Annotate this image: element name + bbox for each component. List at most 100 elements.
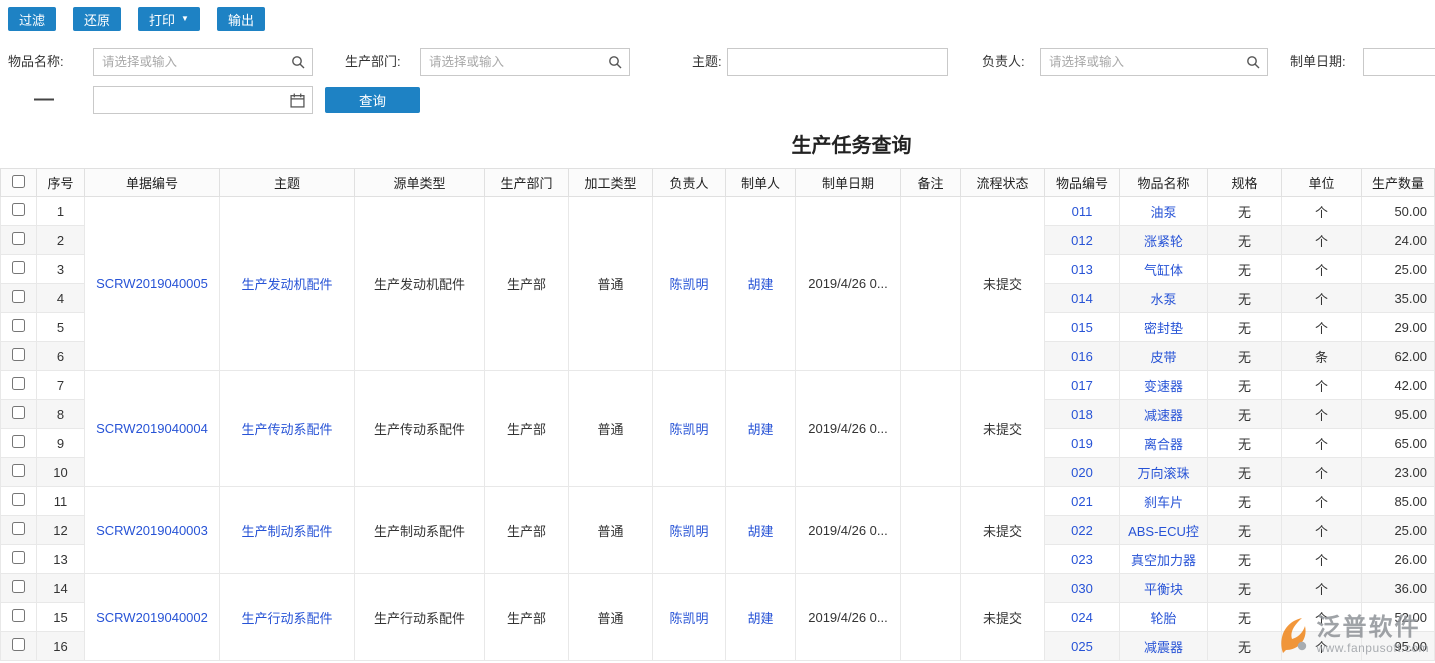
item-code-link[interactable]: 013 [1045, 255, 1120, 284]
owner-link[interactable]: 陈凯明 [653, 197, 726, 371]
item-name-link[interactable]: 水泵 [1120, 284, 1208, 313]
query-button[interactable]: 查询 [325, 87, 420, 113]
subject-link[interactable]: 生产制动系配件 [220, 487, 355, 574]
item-code-link[interactable]: 022 [1045, 516, 1120, 545]
search-icon[interactable] [608, 55, 629, 69]
item-name-link[interactable]: 真空加力器 [1120, 545, 1208, 574]
search-icon[interactable] [1246, 55, 1267, 69]
column-header[interactable]: 物品名称 [1120, 169, 1208, 197]
subject-link[interactable]: 生产传动系配件 [220, 371, 355, 487]
item-code-link[interactable]: 030 [1045, 574, 1120, 603]
owner-input[interactable] [1041, 49, 1246, 75]
row-checkbox[interactable] [12, 406, 25, 419]
column-header[interactable]: 主题 [220, 169, 355, 197]
item-name-link[interactable]: 离合器 [1120, 429, 1208, 458]
column-header[interactable]: 制单日期 [796, 169, 901, 197]
owner-link[interactable]: 陈凯明 [653, 487, 726, 574]
column-header[interactable]: 生产数量 [1362, 169, 1435, 197]
row-checkbox[interactable] [12, 377, 25, 390]
print-button[interactable]: 打印 ▼ [138, 7, 200, 31]
search-icon[interactable] [291, 55, 312, 69]
row-checkbox[interactable] [12, 261, 25, 274]
item-name-link[interactable]: 减震器 [1120, 632, 1208, 661]
row-checkbox[interactable] [12, 638, 25, 651]
column-header[interactable]: 物品编号 [1045, 169, 1120, 197]
column-header[interactable]: 规格 [1208, 169, 1282, 197]
item-name-link[interactable]: ABS-ECU控 [1120, 516, 1208, 545]
column-header[interactable]: 源单类型 [355, 169, 485, 197]
owner-link[interactable]: 陈凯明 [653, 574, 726, 661]
row-checkbox[interactable] [12, 464, 25, 477]
item-name-link[interactable]: 气缸体 [1120, 255, 1208, 284]
restore-button[interactable]: 还原 [73, 7, 121, 31]
subject-input[interactable] [728, 49, 947, 75]
item-name-link[interactable]: 减速器 [1120, 400, 1208, 429]
column-header[interactable]: 流程状态 [961, 169, 1045, 197]
item-code-link[interactable]: 017 [1045, 371, 1120, 400]
department-input[interactable] [421, 49, 608, 75]
maker-link[interactable]: 胡建 [726, 197, 796, 371]
item-name-link[interactable]: 油泵 [1120, 197, 1208, 226]
filter-button[interactable]: 过滤 [8, 7, 56, 31]
row-checkbox[interactable] [12, 435, 25, 448]
row-number: 3 [37, 255, 85, 284]
owner-link[interactable]: 陈凯明 [653, 371, 726, 487]
row-checkbox[interactable] [12, 609, 25, 622]
make-date-start-input[interactable] [1364, 49, 1435, 75]
department: 生产部 [485, 487, 569, 574]
make-date-end-input[interactable] [94, 87, 290, 113]
column-header[interactable]: 负责人 [653, 169, 726, 197]
item-name-input[interactable] [94, 49, 291, 75]
item-name-link[interactable]: 刹车片 [1120, 487, 1208, 516]
subject-link[interactable]: 生产行动系配件 [220, 574, 355, 661]
item-code-link[interactable]: 018 [1045, 400, 1120, 429]
maker-link[interactable]: 胡建 [726, 574, 796, 661]
item-name-link[interactable]: 变速器 [1120, 371, 1208, 400]
item-name-link[interactable]: 涨紧轮 [1120, 226, 1208, 255]
column-header[interactable]: 单位 [1282, 169, 1362, 197]
row-checkbox[interactable] [12, 290, 25, 303]
column-header[interactable]: 制单人 [726, 169, 796, 197]
item-name-link[interactable]: 万向滚珠 [1120, 458, 1208, 487]
item-code-link[interactable]: 014 [1045, 284, 1120, 313]
row-checkbox[interactable] [12, 493, 25, 506]
row-number: 2 [37, 226, 85, 255]
calendar-icon[interactable] [290, 93, 312, 108]
doc-number-link[interactable]: SCRW2019040002 [85, 574, 220, 661]
column-header[interactable]: 备注 [901, 169, 961, 197]
item-name-link[interactable]: 皮带 [1120, 342, 1208, 371]
column-header[interactable]: 加工类型 [569, 169, 653, 197]
item-name-link[interactable]: 密封垫 [1120, 313, 1208, 342]
item-code-link[interactable]: 016 [1045, 342, 1120, 371]
row-number: 16 [37, 632, 85, 661]
row-checkbox[interactable] [12, 580, 25, 593]
item-code-link[interactable]: 015 [1045, 313, 1120, 342]
item-code-link[interactable]: 023 [1045, 545, 1120, 574]
item-name-link[interactable]: 轮胎 [1120, 603, 1208, 632]
export-button[interactable]: 输出 [217, 7, 265, 31]
row-checkbox[interactable] [12, 551, 25, 564]
item-code-link[interactable]: 021 [1045, 487, 1120, 516]
item-name-link[interactable]: 平衡块 [1120, 574, 1208, 603]
row-checkbox[interactable] [12, 319, 25, 332]
column-header[interactable]: 单据编号 [85, 169, 220, 197]
item-code-link[interactable]: 020 [1045, 458, 1120, 487]
row-checkbox[interactable] [12, 203, 25, 216]
subject-link[interactable]: 生产发动机配件 [220, 197, 355, 371]
row-checkbox[interactable] [12, 348, 25, 361]
item-code-link[interactable]: 012 [1045, 226, 1120, 255]
maker-link[interactable]: 胡建 [726, 487, 796, 574]
column-header[interactable]: 序号 [37, 169, 85, 197]
doc-number-link[interactable]: SCRW2019040003 [85, 487, 220, 574]
maker-link[interactable]: 胡建 [726, 371, 796, 487]
item-code-link[interactable]: 011 [1045, 197, 1120, 226]
doc-number-link[interactable]: SCRW2019040005 [85, 197, 220, 371]
select-all-checkbox[interactable] [12, 175, 25, 188]
column-header[interactable]: 生产部门 [485, 169, 569, 197]
row-checkbox[interactable] [12, 522, 25, 535]
item-code-link[interactable]: 019 [1045, 429, 1120, 458]
item-code-link[interactable]: 025 [1045, 632, 1120, 661]
item-code-link[interactable]: 024 [1045, 603, 1120, 632]
doc-number-link[interactable]: SCRW2019040004 [85, 371, 220, 487]
row-checkbox[interactable] [12, 232, 25, 245]
